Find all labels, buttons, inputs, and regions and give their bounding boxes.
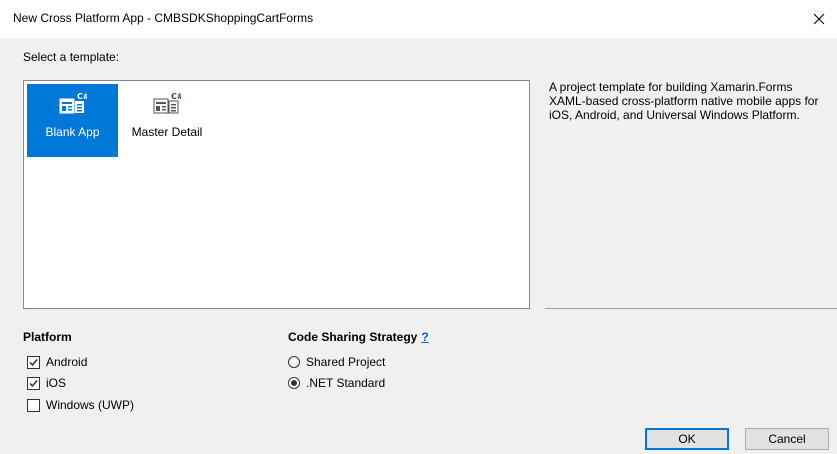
ok-button[interactable]: OK — [645, 428, 729, 450]
template-label: Blank App — [45, 125, 100, 139]
platform-title: Platform — [23, 330, 72, 344]
title-bar: New Cross Platform App - CMBSDKShoppingC… — [0, 0, 837, 38]
radio-label: Shared Project — [306, 355, 386, 369]
checkbox-label: Android — [46, 355, 88, 369]
window-title: New Cross Platform App - CMBSDKShoppingC… — [13, 11, 314, 25]
close-button[interactable] — [801, 0, 837, 38]
checkbox-label: Windows (UWP) — [46, 398, 135, 412]
description-divider — [545, 308, 837, 309]
svg-text:C#: C# — [171, 92, 181, 101]
master-detail-template-icon: C# — [153, 92, 181, 114]
svg-text:C#: C# — [77, 92, 87, 101]
platform-android-checkbox[interactable]: Android — [27, 354, 87, 370]
checkmark-icon — [29, 379, 38, 387]
checkbox[interactable] — [27, 398, 40, 412]
platform-windows-checkbox[interactable]: Windows (UWP) — [27, 397, 134, 413]
checkmark-icon — [29, 358, 38, 366]
checkbox[interactable] — [27, 376, 40, 390]
cancel-button[interactable]: Cancel — [745, 428, 829, 450]
help-link[interactable]: ? — [421, 330, 428, 344]
radio-selected-dot — [291, 380, 297, 386]
radio-button[interactable] — [288, 377, 300, 389]
checkbox-label: iOS — [46, 376, 67, 390]
template-label: Master Detail — [131, 125, 203, 139]
radio-button[interactable] — [288, 356, 300, 368]
shared-project-radio[interactable]: Shared Project — [288, 354, 385, 370]
dialog-body: Select a template: C# Blank App — [0, 38, 837, 454]
code-sharing-title-text: Code Sharing Strategy — [288, 330, 418, 344]
close-icon — [813, 13, 825, 25]
checkbox[interactable] — [27, 355, 40, 369]
code-sharing-title: Code Sharing Strategy? — [288, 330, 429, 344]
template-list[interactable]: C# Blank App C# Master Detail — [23, 80, 530, 309]
select-template-label: Select a template: — [23, 50, 120, 64]
platform-ios-checkbox[interactable]: iOS — [27, 375, 66, 391]
blank-app-template-icon: C# — [59, 92, 87, 114]
template-description: A project template for building Xamarin.… — [549, 80, 819, 122]
radio-label: .NET Standard — [306, 376, 386, 390]
template-master-detail[interactable]: C# Master Detail — [124, 84, 210, 157]
net-standard-radio[interactable]: .NET Standard — [288, 375, 385, 391]
template-blank-app[interactable]: C# Blank App — [27, 84, 118, 157]
